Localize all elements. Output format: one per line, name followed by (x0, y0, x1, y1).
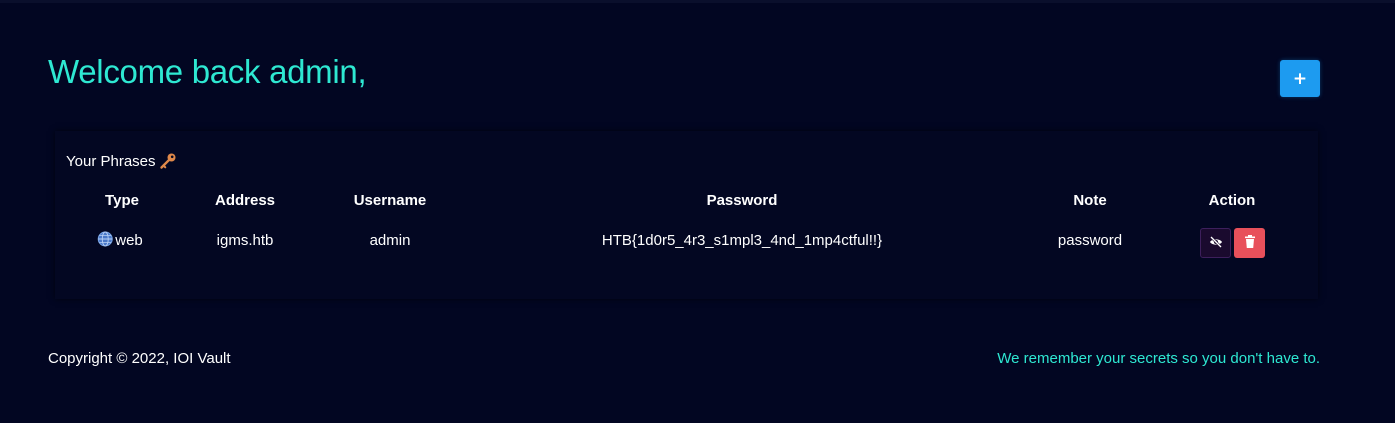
cell-username: admin (369, 232, 411, 249)
copyright-text: Copyright © 2022, IOI Vault (48, 350, 231, 367)
vault-dashboard: Welcome back admin, + Your Phrases Type … (0, 0, 1395, 423)
table-row: web igms.htb admin HTB{1d0r5_4r3_s1mpl3_… (55, 229, 1318, 253)
cell-type: web (97, 229, 143, 253)
column-header-address: Address (214, 192, 276, 209)
table-header-row: Type Address Username Password Note Acti… (55, 189, 1318, 213)
cell-type-text: web (115, 232, 143, 249)
globe-icon (97, 231, 113, 247)
trash-icon (1244, 235, 1256, 251)
column-header-action: Action (1208, 192, 1256, 209)
cell-address: igms.htb (216, 232, 274, 249)
phrases-title-text: Your Phrases (66, 152, 156, 170)
column-header-username: Username (353, 192, 427, 209)
eye-slash-icon (1209, 235, 1223, 252)
footer-tagline: We remember your secrets so you don't ha… (997, 350, 1320, 367)
column-header-type: Type (105, 192, 139, 209)
column-header-note: Note (1073, 192, 1107, 209)
toggle-visibility-button[interactable] (1200, 228, 1231, 258)
phrases-card-title: Your Phrases (66, 152, 177, 170)
cell-password: HTB{1d0r5_4r3_s1mpl3_4nd_1mp4ctful!!} (601, 232, 883, 249)
cell-note: password (1057, 232, 1123, 249)
row-actions (1200, 228, 1265, 258)
delete-button[interactable] (1234, 228, 1265, 258)
column-header-password: Password (706, 192, 778, 209)
add-phrase-button[interactable]: + (1280, 60, 1320, 97)
key-icon (159, 152, 177, 170)
welcome-heading: Welcome back admin, (48, 53, 367, 90)
phrases-card: Your Phrases Type Address Username Passw… (55, 131, 1318, 299)
